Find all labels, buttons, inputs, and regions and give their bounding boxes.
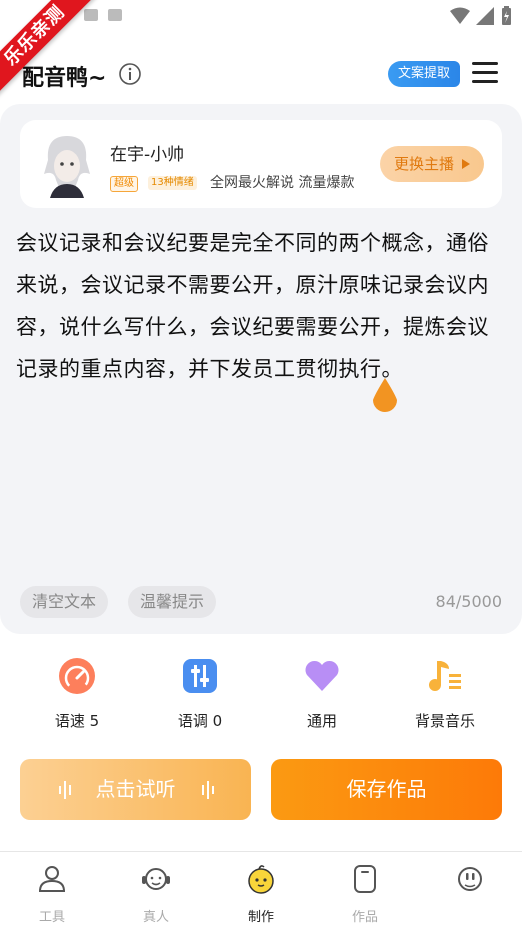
speed-control[interactable]: 语速 5 — [22, 656, 132, 731]
play-triangle-icon — [462, 159, 470, 169]
anchor-name: 在宇-小帅 — [110, 145, 185, 165]
extract-text-button[interactable]: 文案提取 — [388, 61, 461, 87]
voice-controls: 语速 5 语调 0 通用 背景音乐 — [0, 656, 522, 736]
listen-button[interactable]: 点击试听 — [20, 759, 251, 820]
nav-works-label: 作品 — [351, 910, 378, 925]
change-anchor-label: 更换主播 — [394, 155, 455, 173]
equalizer-icon — [183, 659, 217, 693]
music-note-icon — [429, 661, 461, 691]
app-title: 配音鸭~ — [22, 66, 107, 91]
char-count: 84/5000 — [435, 592, 502, 611]
style-label: 通用 — [306, 712, 337, 730]
menu-icon[interactable] — [472, 62, 498, 86]
cursor-drop-icon[interactable] — [370, 376, 400, 414]
bgm-control[interactable]: 背景音乐 — [390, 656, 500, 731]
keyboard-icon — [108, 9, 122, 21]
super-tag: 超级 — [110, 176, 138, 192]
nav-works[interactable]: 作品 — [313, 864, 417, 925]
speed-label: 语速 5 — [54, 712, 100, 730]
wifi-icon — [450, 7, 470, 24]
listen-label: 点击试听 — [95, 777, 176, 801]
info-icon[interactable] — [118, 62, 142, 86]
nav-real-label: 真人 — [142, 910, 169, 925]
app-screen: 乐乐亲测 配音鸭~ 文案提取 在宇-小帅 超级 13种情绪 全网最火解说 流量爆… — [0, 0, 522, 929]
status-notification-icons — [84, 9, 122, 21]
clear-text-button[interactable]: 清空文本 — [20, 586, 109, 618]
waveform-left-icon — [59, 781, 71, 799]
heart-icon — [305, 660, 339, 691]
status-system-icons — [450, 6, 512, 26]
tools-icon — [38, 866, 66, 892]
nav-real[interactable]: 真人 — [104, 864, 208, 925]
waveform-right-icon — [202, 781, 214, 799]
header: 配音鸭~ 文案提取 — [0, 50, 522, 98]
anchor-card[interactable]: 在宇-小帅 超级 13种情绪 全网最火解说 流量爆款 更换主播 — [20, 120, 502, 208]
tips-button[interactable]: 温馨提示 — [128, 586, 217, 618]
emotions-tag: 13种情绪 — [148, 176, 197, 190]
pitch-label: 语调 0 — [177, 712, 223, 730]
works-icon — [354, 865, 376, 893]
change-anchor-button[interactable]: 更换主播 — [380, 146, 484, 182]
bgm-label: 背景音乐 — [414, 712, 475, 730]
nav-tools-label: 工具 — [38, 910, 65, 925]
speedometer-icon — [59, 658, 95, 694]
bottom-nav: 工具 真人 制作 作品 — [0, 851, 522, 929]
nav-mine[interactable] — [418, 864, 522, 906]
style-control[interactable]: 通用 — [267, 656, 377, 731]
nav-make-label: 制作 — [247, 910, 274, 925]
signal-icon — [476, 7, 494, 25]
pitch-control[interactable]: 语调 0 — [145, 656, 255, 731]
notification-icon — [84, 9, 98, 21]
headset-face-icon — [142, 868, 170, 890]
nav-tools[interactable]: 工具 — [0, 864, 104, 925]
anchor-avatar — [44, 136, 90, 198]
duck-face-icon — [248, 865, 274, 894]
profile-face-icon — [458, 867, 482, 891]
editor-panel: 在宇-小帅 超级 13种情绪 全网最火解说 流量爆款 更换主播 会议记录和会议纪… — [0, 104, 522, 634]
nav-make[interactable]: 制作 — [209, 864, 313, 925]
script-text-area[interactable]: 会议记录和会议纪要是完全不同的两个概念，通俗来说，会议记录不需要公开，原汁原味记… — [16, 222, 510, 390]
battery-icon — [502, 6, 511, 25]
anchor-description: 全网最火解说 流量爆款 — [210, 175, 355, 191]
save-work-button[interactable]: 保存作品 — [271, 759, 502, 820]
